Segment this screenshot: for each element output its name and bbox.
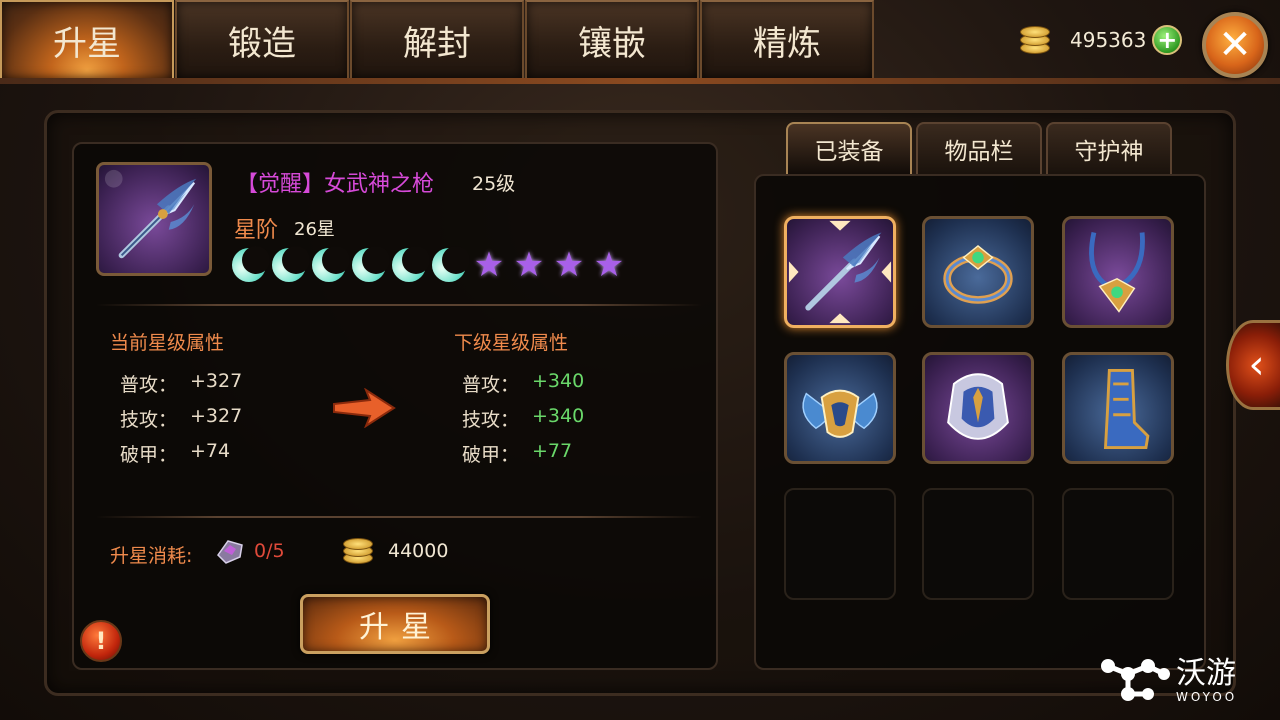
attr-label: 技攻： xyxy=(120,409,178,431)
top-tab-bar: 升星 锻造 解封 镶嵌 精炼 xyxy=(0,0,875,80)
attr-label: 普攻： xyxy=(462,374,520,396)
moon-icon xyxy=(232,246,270,282)
tab-guardian[interactable]: 守护神 xyxy=(1046,122,1172,174)
divider xyxy=(96,304,702,306)
item-level: 25级 xyxy=(472,173,516,195)
moon-icon xyxy=(432,246,470,282)
gold-display: 495363 + xyxy=(1018,24,1183,56)
chest-armor-icon xyxy=(947,373,1009,440)
attr-value: +77 xyxy=(532,440,573,462)
attr-label: 破甲： xyxy=(462,444,520,466)
ring-icon xyxy=(943,245,1013,304)
info-button[interactable]: ! xyxy=(80,620,122,662)
gold-amount: 495363 xyxy=(1070,28,1147,52)
equip-slot-empty[interactable] xyxy=(922,488,1034,600)
moon-icon xyxy=(352,246,390,282)
star-icon: ★ xyxy=(553,245,585,285)
cost-label: 升星消耗: xyxy=(110,545,193,567)
equip-slot-armor[interactable] xyxy=(922,352,1034,464)
watermark-en: WOYOO xyxy=(1176,690,1238,704)
attr-value: +74 xyxy=(190,440,231,462)
moon-icon xyxy=(312,246,350,282)
equip-slot-empty[interactable] xyxy=(784,488,896,600)
woyoo-logo-icon xyxy=(1098,652,1172,710)
equip-slot-ring[interactable] xyxy=(922,216,1034,328)
star-icon: ★ xyxy=(473,245,505,285)
equip-slot-necklace[interactable] xyxy=(1062,216,1174,328)
tab-forge[interactable]: 锻造 xyxy=(175,0,349,80)
attr-value: +340 xyxy=(532,370,585,392)
equip-slot-empty[interactable] xyxy=(1062,488,1174,600)
gold-coin-icon xyxy=(342,536,374,566)
star-icon: ★ xyxy=(513,245,545,285)
next-attr-row: 破甲： +77 xyxy=(462,440,572,467)
current-attrs-title: 当前星级属性 xyxy=(110,332,225,354)
gem-cost: 0/5 xyxy=(254,540,285,562)
gold-cost: 44000 xyxy=(388,540,449,562)
gem-icon xyxy=(214,537,246,565)
equip-slot-helmet[interactable] xyxy=(784,352,896,464)
next-attr-row: 技攻： +340 xyxy=(462,405,584,432)
winged-helmet-icon xyxy=(802,389,878,438)
attr-label: 普攻： xyxy=(120,374,178,396)
current-attr-row: 普攻： +327 xyxy=(120,370,242,397)
tab-inventory[interactable]: 物品栏 xyxy=(916,122,1042,174)
add-gold-button[interactable]: + xyxy=(1152,25,1183,55)
equip-slot-boots[interactable] xyxy=(1062,352,1174,464)
spear-icon[interactable] xyxy=(96,162,212,276)
upgrade-star-button[interactable]: 升星 xyxy=(300,594,490,654)
tab-inlay[interactable]: 镶嵌 xyxy=(525,0,699,80)
star-rank-label: 星阶 xyxy=(234,218,279,243)
attr-value: +340 xyxy=(532,405,585,427)
attr-label: 破甲： xyxy=(120,444,178,466)
tab-upgrade-star[interactable]: 升星 xyxy=(0,0,174,80)
next-attr-row: 普攻： +340 xyxy=(462,370,584,397)
collapse-panel-button[interactable]: ‹ xyxy=(1226,320,1280,410)
header-divider xyxy=(0,78,1280,84)
spear-icon xyxy=(788,220,892,324)
attr-label: 技攻： xyxy=(462,409,520,431)
tab-refine[interactable]: 精炼 xyxy=(700,0,874,80)
star-rank-value: 26星 xyxy=(294,219,335,240)
current-attr-row: 技攻： +327 xyxy=(120,405,242,432)
divider xyxy=(96,516,702,518)
close-button[interactable]: ✕ xyxy=(1202,12,1268,78)
inventory-tab-bar: 已装备 物品栏 守护神 xyxy=(786,122,1172,174)
attr-value: +327 xyxy=(190,370,243,392)
watermark-cn: 沃游 xyxy=(1176,656,1236,691)
star-icon: ★ xyxy=(593,245,625,285)
arrow-right-icon xyxy=(332,387,396,429)
tab-equipped[interactable]: 已装备 xyxy=(786,122,912,174)
item-name: 【觉醒】女武神之枪 xyxy=(236,172,435,197)
star-progress: ★ ★ ★ ★ xyxy=(232,245,626,285)
next-attrs-title: 下级星级属性 xyxy=(454,332,569,354)
boots-icon xyxy=(1103,368,1150,449)
moon-icon xyxy=(272,246,310,282)
watermark: 沃游 WOYOO xyxy=(1098,652,1237,710)
equip-slot-spear[interactable] xyxy=(784,216,896,328)
current-attr-row: 破甲： +74 xyxy=(120,440,230,467)
gold-coin-icon xyxy=(1018,24,1052,56)
necklace-icon xyxy=(1089,231,1145,313)
tab-unseal[interactable]: 解封 xyxy=(350,0,524,80)
attr-value: +327 xyxy=(190,405,243,427)
moon-icon xyxy=(392,246,430,282)
